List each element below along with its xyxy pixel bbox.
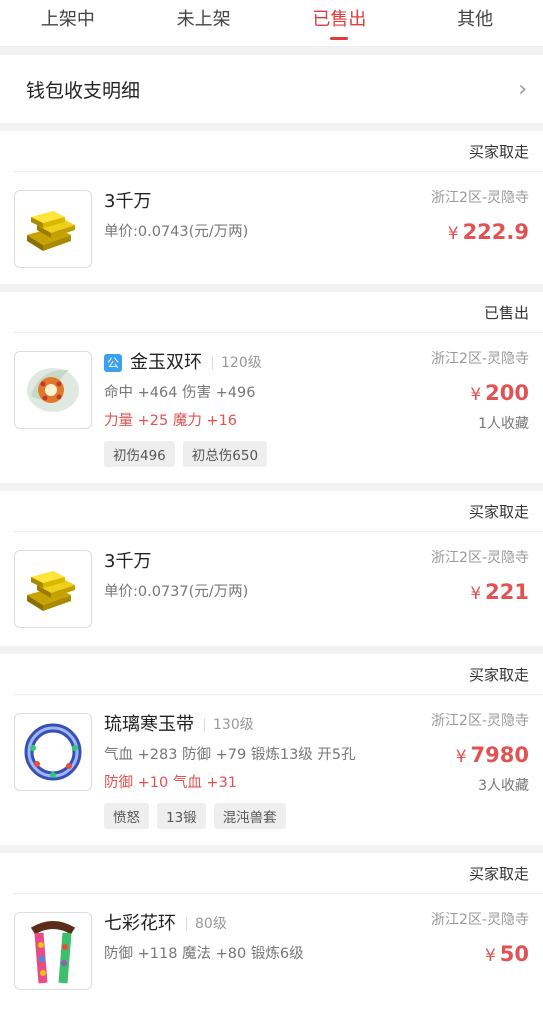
- divider: [0, 47, 543, 55]
- gold-bars-image: [14, 190, 92, 268]
- item-price: ¥221: [470, 580, 529, 604]
- divider: [0, 646, 543, 654]
- item-price: ¥50: [484, 942, 529, 966]
- server-name: 浙江2区-灵隐寺: [431, 351, 529, 367]
- item-level: 120级: [212, 356, 262, 370]
- tab-unlisted[interactable]: 未上架: [136, 0, 272, 46]
- wallet-details-row[interactable]: 钱包收支明细 ›: [0, 55, 543, 123]
- item-level: 130级: [204, 718, 254, 732]
- item-level: 80级: [186, 917, 227, 931]
- item-tag: 混沌兽套: [213, 803, 286, 829]
- favorite-count: 1人收藏: [478, 416, 529, 432]
- order-status: 买家取走: [14, 131, 543, 172]
- tab-listed[interactable]: 上架中: [0, 0, 136, 46]
- server-name: 浙江2区-灵隐寺: [431, 190, 529, 206]
- favorite-count: 3人收藏: [478, 778, 529, 794]
- tab-label: 已售出: [312, 9, 367, 30]
- item-price: ¥200: [470, 381, 529, 405]
- active-tab-indicator: [330, 37, 349, 40]
- item-tag: 初伤496: [104, 441, 175, 467]
- tab-bar: 上架中 未上架 已售出 其他: [0, 0, 543, 47]
- gold-bars-image: [14, 550, 92, 628]
- item-price: ¥7980: [455, 743, 529, 767]
- jade-belt-image: [14, 713, 92, 791]
- order-status: 买家取走: [14, 654, 543, 695]
- flower-wreath-image: [14, 912, 92, 990]
- order-status: 买家取走: [14, 491, 543, 532]
- divider: [0, 845, 543, 853]
- tab-other[interactable]: 其他: [407, 0, 543, 46]
- order-status: 已售出: [14, 292, 543, 333]
- order-card[interactable]: 买家取走 3千万 单价:0.0743(元/万两) 浙江2区-灵隐寺 ¥222.9: [0, 131, 543, 284]
- wallet-details-label: 钱包收支明细: [26, 79, 141, 102]
- divider: [0, 483, 543, 491]
- divider: [0, 123, 543, 131]
- divider: [0, 284, 543, 292]
- server-name: 浙江2区-灵隐寺: [431, 713, 529, 729]
- item-tag: 13锻: [157, 803, 206, 829]
- tab-label: 上架中: [40, 9, 95, 30]
- order-card[interactable]: 买家取走 3千万 单价:0.0737(元/万两) 浙江2区-灵隐寺 ¥221: [0, 491, 543, 646]
- jade-ring-image: [14, 351, 92, 429]
- order-card[interactable]: 买家取走 七彩花环 80级 防御 +118 魔法 +80 锻炼6级 浙江2区-灵…: [0, 853, 543, 1016]
- item-tag: 愤怒: [104, 803, 149, 829]
- item-price: ¥222.9: [447, 220, 529, 244]
- server-name: 浙江2区-灵隐寺: [431, 912, 529, 928]
- public-badge-icon: 公: [104, 354, 122, 372]
- order-card[interactable]: 已售出 公 金玉双环 120级 命中 +464 伤害 +496 力量 +25 魔…: [0, 292, 543, 483]
- tab-label: 未上架: [176, 9, 231, 30]
- item-tag: 初总伤650: [182, 441, 268, 467]
- tab-label: 其他: [457, 9, 494, 30]
- tab-sold[interactable]: 已售出: [272, 0, 408, 46]
- order-card[interactable]: 买家取走 琉璃寒玉带 130级 气血 +283 防御 +79 锻炼13级 开5孔…: [0, 654, 543, 845]
- chevron-right-icon: ›: [518, 76, 527, 102]
- order-status: 买家取走: [14, 853, 543, 894]
- server-name: 浙江2区-灵隐寺: [431, 550, 529, 566]
